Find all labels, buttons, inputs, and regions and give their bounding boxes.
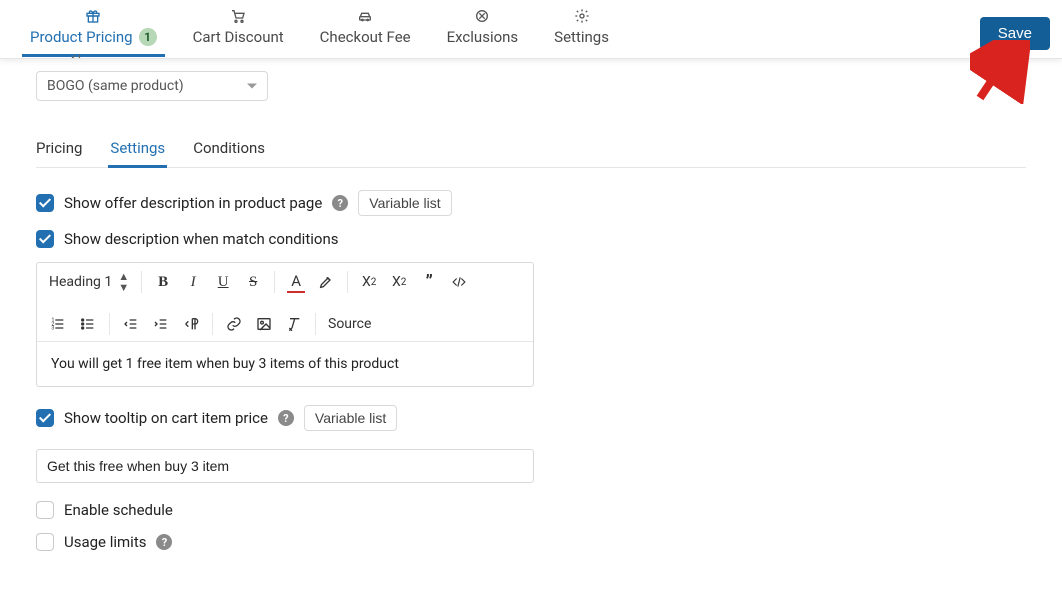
image-button[interactable] xyxy=(255,316,273,332)
description-editor: Heading 1 ▲▼ B I U S A X2 X2 ” xyxy=(36,262,534,387)
show-offer-label: Show offer description in product page xyxy=(64,194,322,212)
cart-icon xyxy=(230,8,246,24)
ban-icon xyxy=(474,8,490,24)
enable-schedule-label: Enable schedule xyxy=(64,501,173,519)
ordered-list-button[interactable]: 123 xyxy=(49,316,67,332)
highlight-button[interactable] xyxy=(317,274,335,290)
help-icon[interactable]: ? xyxy=(156,534,172,550)
code-block-button[interactable] xyxy=(450,275,468,289)
variable-list-button[interactable]: Variable list xyxy=(358,190,451,216)
variable-list-button-2[interactable]: Variable list xyxy=(304,405,397,431)
rule-type-label: Rule type xyxy=(36,55,1026,65)
content-area: Rule type BOGO (same product) Pricing Se… xyxy=(0,55,1062,595)
heading-dropdown[interactable]: Heading 1 ▲▼ xyxy=(49,271,129,293)
unordered-list-button[interactable] xyxy=(79,316,97,332)
superscript-button[interactable]: X2 xyxy=(390,274,408,290)
gear-icon xyxy=(574,8,590,24)
save-button[interactable]: Save xyxy=(980,17,1050,50)
link-button[interactable] xyxy=(225,316,243,332)
nav-settings[interactable]: Settings xyxy=(536,8,627,56)
top-nav: Product Pricing 1 Cart Discount Checkout… xyxy=(0,0,1062,59)
nav-checkout-fee[interactable]: Checkout Fee xyxy=(302,8,429,56)
font-color-button[interactable]: A xyxy=(287,272,305,293)
settings-panel: Show offer description in product page ?… xyxy=(36,168,1026,551)
nav-label: Settings xyxy=(554,28,609,46)
svg-text:3: 3 xyxy=(51,325,54,331)
outdent-button[interactable] xyxy=(122,316,140,332)
show-desc-conditions-label: Show description when match conditions xyxy=(64,230,338,248)
nav-exclusions[interactable]: Exclusions xyxy=(429,8,537,56)
sub-tabs: Pricing Settings Conditions xyxy=(36,129,1026,168)
nav-cart-discount[interactable]: Cart Discount xyxy=(175,8,302,56)
tab-conditions[interactable]: Conditions xyxy=(193,129,265,167)
usage-limits-checkbox[interactable] xyxy=(36,533,54,551)
show-desc-conditions-checkbox[interactable] xyxy=(36,230,54,248)
rule-type-select[interactable]: BOGO (same product) xyxy=(36,71,268,101)
car-icon xyxy=(357,8,373,24)
clear-format-button[interactable] xyxy=(285,316,303,332)
nav-badge: 1 xyxy=(139,28,157,46)
show-tooltip-label: Show tooltip on cart item price xyxy=(64,409,268,427)
help-icon[interactable]: ? xyxy=(278,410,294,426)
strikethrough-button[interactable]: S xyxy=(244,274,262,291)
editor-content[interactable]: You will get 1 free item when buy 3 item… xyxy=(37,342,533,386)
tab-pricing[interactable]: Pricing xyxy=(36,129,82,167)
blockquote-button[interactable]: ” xyxy=(420,272,438,293)
indent-button[interactable] xyxy=(152,316,170,332)
subscript-button[interactable]: X2 xyxy=(360,274,378,290)
italic-button[interactable]: I xyxy=(184,274,202,291)
underline-button[interactable]: U xyxy=(214,274,232,291)
gift-icon xyxy=(85,8,101,24)
usage-limits-label: Usage limits xyxy=(64,533,146,551)
editor-toolbar: Heading 1 ▲▼ B I U S A X2 X2 ” xyxy=(37,263,533,342)
nav-label: Cart Discount xyxy=(193,28,284,46)
tooltip-text-input[interactable] xyxy=(36,449,534,483)
nav-label: Product Pricing xyxy=(30,28,133,46)
paragraph-button[interactable] xyxy=(182,316,200,332)
nav-product-pricing[interactable]: Product Pricing 1 xyxy=(12,8,175,56)
tab-settings[interactable]: Settings xyxy=(110,129,165,167)
show-offer-checkbox[interactable] xyxy=(36,194,54,212)
nav-label: Exclusions xyxy=(447,28,519,46)
show-tooltip-checkbox[interactable] xyxy=(36,409,54,427)
source-button[interactable]: Source xyxy=(328,316,371,332)
nav-label: Checkout Fee xyxy=(320,28,411,46)
select-value: BOGO (same product) xyxy=(47,78,184,94)
help-icon[interactable]: ? xyxy=(332,195,348,211)
sort-icon: ▲▼ xyxy=(118,271,129,293)
enable-schedule-checkbox[interactable] xyxy=(36,501,54,519)
bold-button[interactable]: B xyxy=(154,274,172,291)
